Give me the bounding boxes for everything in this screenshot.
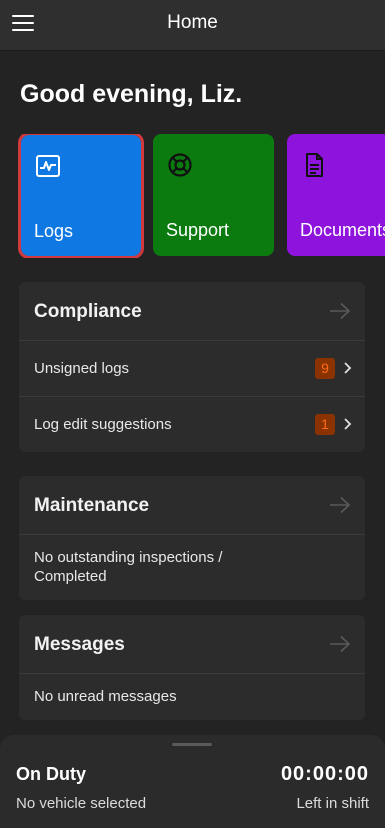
vehicle-status: No vehicle selected xyxy=(16,795,147,812)
support-tile-label: Support xyxy=(166,220,230,240)
maintenance-card: Maintenance No outstanding inspections /… xyxy=(19,476,365,600)
log-edit-suggestions-count-badge: 1 xyxy=(315,414,335,435)
document-icon xyxy=(306,153,323,177)
log-edit-suggestions-row[interactable]: Log edit suggestions 1 xyxy=(19,397,365,452)
documents-tile[interactable]: Documents xyxy=(287,134,385,256)
sheet-drag-handle[interactable] xyxy=(172,743,212,746)
messages-status-text: No unread messages xyxy=(34,688,177,705)
messages-header[interactable]: Messages xyxy=(19,615,365,674)
messages-card: Messages No unread messages xyxy=(19,615,365,720)
top-app-bar: Home xyxy=(0,0,385,51)
messages-title: Messages xyxy=(34,634,125,655)
arrow-right-icon xyxy=(330,302,351,320)
compliance-title: Compliance xyxy=(34,301,142,322)
chevron-right-icon xyxy=(344,362,352,374)
maintenance-header[interactable]: Maintenance xyxy=(19,476,365,535)
lifebuoy-icon xyxy=(168,153,192,177)
logs-tile-label: Logs xyxy=(34,221,74,241)
shift-timer-caption: Left in shift xyxy=(296,795,369,812)
duty-status-sheet[interactable]: On Duty No vehicle selected 00:00:00 Lef… xyxy=(0,735,385,828)
unsigned-logs-count-badge: 9 xyxy=(315,358,335,379)
chart-line-icon xyxy=(36,155,60,177)
documents-tile-label: Documents xyxy=(300,220,385,240)
arrow-right-icon xyxy=(330,496,351,514)
duty-status: On Duty xyxy=(16,764,86,784)
maintenance-title: Maintenance xyxy=(34,495,150,516)
compliance-card: Compliance Unsigned logs 9 Log edit sugg… xyxy=(19,282,365,452)
unsigned-logs-label: Unsigned logs xyxy=(34,360,130,377)
compliance-header[interactable]: Compliance xyxy=(19,282,365,341)
unsigned-logs-row[interactable]: Unsigned logs 9 xyxy=(19,341,365,397)
shift-timer: 00:00:00 xyxy=(280,763,369,785)
logs-tile[interactable]: Logs xyxy=(18,134,144,258)
quick-access-tiles: Logs Support Documents xyxy=(0,134,385,258)
greeting-text: Good evening, Liz. xyxy=(20,80,243,108)
chevron-right-icon xyxy=(344,418,352,430)
support-tile[interactable]: Support xyxy=(153,134,274,256)
maintenance-status-text: No outstanding inspections / Completed xyxy=(34,549,223,585)
arrow-right-icon xyxy=(330,635,351,653)
page-title: Home xyxy=(167,12,218,33)
log-edit-suggestions-label: Log edit suggestions xyxy=(34,416,172,433)
